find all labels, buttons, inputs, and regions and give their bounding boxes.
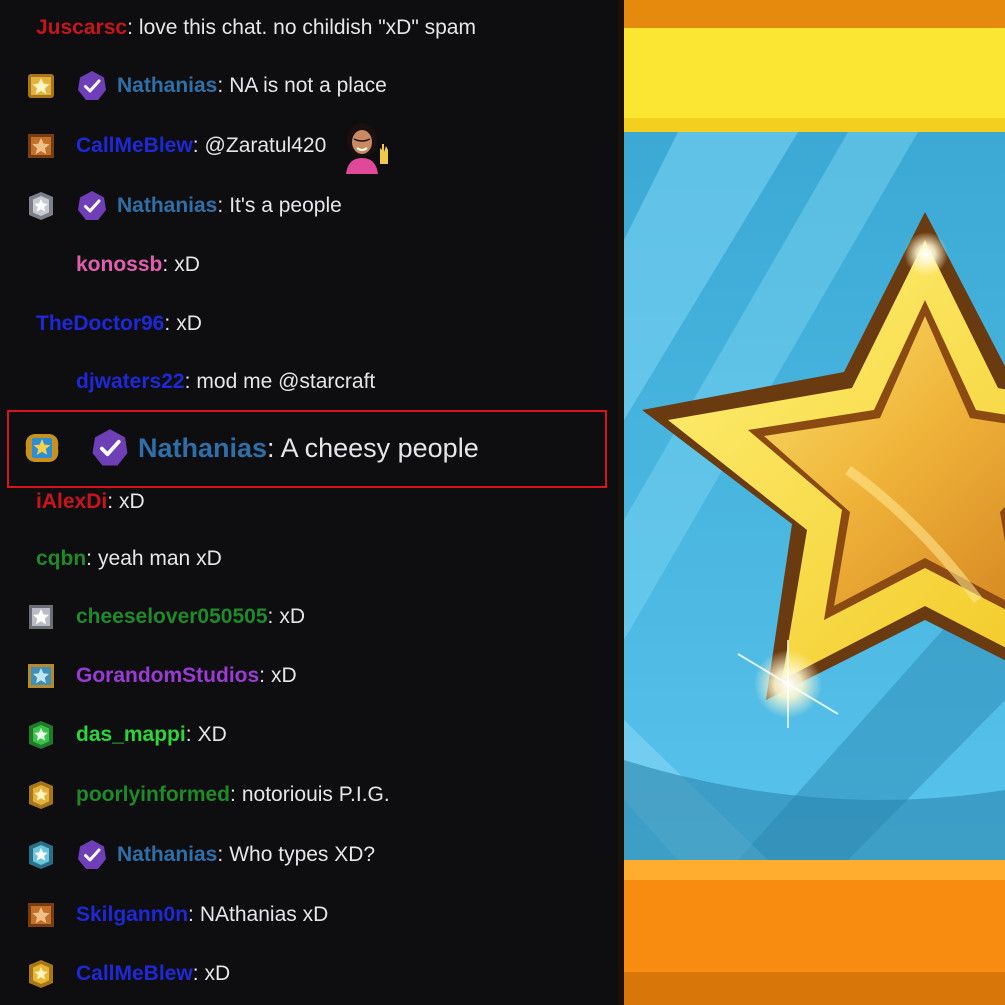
chat-message-text: notoriouis P.I.G. [241,783,390,806]
star-badge-art [618,0,1005,1005]
chat-message-text: @Zaratul420 [204,134,327,157]
bronze-star-badge-icon[interactable] [26,900,56,930]
chat-username[interactable]: CallMeBlew [76,134,193,158]
waving-woman-emote-icon[interactable] [336,118,392,174]
verified-icon[interactable] [90,428,130,468]
chat-username[interactable]: CallMeBlew [76,962,193,986]
chat-message[interactable]: poorlyinformed: notoriouis P.I.G. [0,775,618,815]
chat-username[interactable]: Nathanias [117,843,217,867]
chat-message-text: NAthanias xD [199,903,329,926]
colon-separator: : [188,903,194,926]
chat-message-text: xD [204,962,231,985]
chat-message-text: Who types XD? [229,843,376,866]
verified-icon[interactable] [76,190,108,222]
chat-username[interactable]: cheeselover050505 [76,605,268,629]
chat-message-highlighted[interactable]: Nathanias: A cheesy people [0,428,618,468]
colon-separator: : [217,843,224,866]
chat-message[interactable]: CallMeBlew: @Zaratul420 [0,123,618,174]
silver-star-badge-icon[interactable] [26,191,56,221]
chat-message-text: xD [119,490,145,513]
chat-message[interactable]: djwaters22: mod me @starcraft [0,362,618,402]
chat-username[interactable]: iAlexDi [36,490,107,514]
colon-separator: : [267,432,275,463]
chat-username[interactable]: GorandomStudios [76,664,259,688]
chat-username[interactable]: das_mappi [76,723,186,747]
silver-star-badge-icon[interactable] [26,602,56,632]
gold-star-badge-icon[interactable] [26,959,56,989]
chat-message[interactable]: Nathanias: It's a people [0,186,618,226]
chat-message[interactable]: CallMeBlew: xD [0,954,618,994]
chat-username[interactable]: cqbn [36,547,86,571]
chat-message[interactable]: Juscarsc: love this chat. no childish "x… [0,8,618,48]
colon-separator: : [259,664,266,687]
blue-gold-star-badge-icon[interactable] [22,428,62,468]
chat-message-text: A cheesy people [280,432,479,463]
gold-star-badge-icon[interactable] [26,71,56,101]
chat-username[interactable]: djwaters22 [76,370,185,394]
chat-message[interactable]: TheDoctor96: xD [0,304,618,344]
chat-message-text: mod me @starcraft [196,370,376,393]
chat-message-text: xD [271,664,297,687]
colon-separator: : [164,312,171,335]
chat-message-text: xD [174,253,200,276]
colon-separator: : [127,16,133,39]
bronze-star-badge-icon[interactable] [26,131,56,161]
chat-message[interactable]: Nathanias: NA is not a place [0,66,618,106]
chat-message[interactable]: das_mappi: XD [0,715,618,755]
blue-star-badge-icon[interactable] [26,661,56,691]
chat-message-text: NA is not a place [229,74,387,97]
chat-message[interactable]: cheeselover050505: xD [0,597,618,637]
chat-message-text: xD [176,312,202,335]
colon-separator: : [192,962,199,985]
chat-panel: Juscarsc: love this chat. no childish "x… [0,0,618,1005]
chat-message[interactable]: Nathanias: Who types XD? [0,835,618,875]
green-star-badge-icon[interactable] [26,720,56,750]
chat-message[interactable]: konossb: xD [0,245,618,285]
chat-message-text: yeah man xD [98,547,222,570]
colon-separator: : [217,74,224,97]
colon-separator: : [162,253,169,276]
verified-icon[interactable] [76,70,108,102]
colon-separator: : [86,547,93,570]
chat-username[interactable]: Nathanias [117,194,217,218]
gold-star-badge-icon[interactable] [26,780,56,810]
verified-icon[interactable] [76,839,108,871]
colon-separator: : [230,783,236,806]
chat-message[interactable]: iAlexDi: xD [0,482,618,522]
colon-separator: : [192,134,199,157]
chat-message-text: It's a people [229,194,342,217]
chat-message[interactable]: cqbn: yeah man xD [0,539,618,579]
colon-separator: : [267,605,274,628]
gold-star-icon [618,0,1005,1005]
colon-separator: : [217,194,224,217]
teal-star-badge-icon[interactable] [26,840,56,870]
chat-username[interactable]: poorlyinformed [76,783,230,807]
chat-username[interactable]: TheDoctor96 [36,312,164,336]
chat-message[interactable]: GorandomStudios: xD [0,656,618,696]
chat-username[interactable]: Juscarsc [36,16,127,40]
chat-message[interactable]: Skilgann0n: NAthanias xD [0,895,618,935]
chat-message-text: XD [197,723,227,746]
colon-separator: : [185,723,192,746]
chat-username[interactable]: Nathanias [138,433,267,464]
chat-username[interactable]: Nathanias [117,74,217,98]
chat-username[interactable]: konossb [76,253,162,277]
chat-message-text: xD [279,605,306,628]
chat-username[interactable]: Skilgann0n [76,903,188,927]
colon-separator: : [184,370,191,393]
colon-separator: : [107,490,114,513]
chat-message-text: love this chat. no childish "xD" spam [138,16,476,39]
